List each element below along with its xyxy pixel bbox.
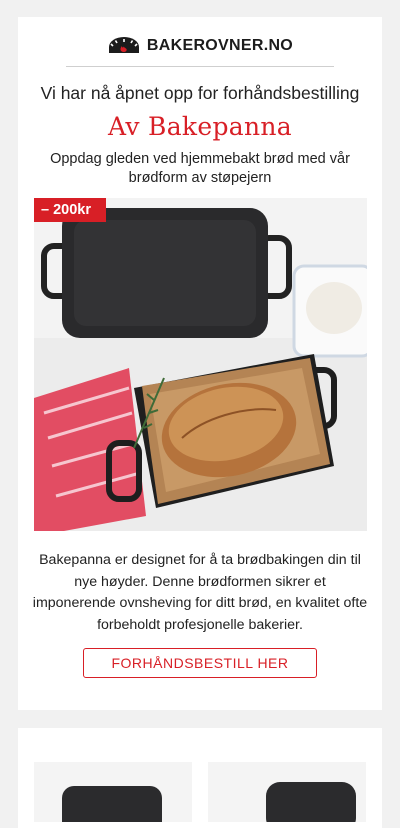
related-products — [18, 728, 382, 828]
brand-logo[interactable]: BAKEROVNER.NO — [18, 35, 382, 57]
oven-flame-icon — [107, 34, 141, 59]
brand-name: BAKEROVNER.NO — [146, 37, 294, 54]
headline: Vi har nå åpnet opp for forhåndsbestilli… — [40, 83, 360, 103]
preorder-button[interactable]: FORHÅNDSBESTILL HER — [83, 648, 317, 678]
product-photo[interactable]: – 200kr — [34, 198, 367, 531]
subtitle: Oppdag gleden ved hjemmebakt brød med vå… — [50, 151, 350, 186]
discount-badge: – 200kr — [34, 198, 106, 222]
divider — [66, 66, 334, 67]
product-title: Av Bakepanna — [108, 112, 292, 141]
product-description: Bakepanna er designet for å ta brødbakin… — [32, 552, 368, 634]
email-card: BAKEROVNER.NO Vi har nå åpnet opp for fo… — [18, 17, 382, 710]
product-thumbnail[interactable] — [208, 762, 366, 822]
product-thumbnail[interactable] — [34, 762, 192, 822]
